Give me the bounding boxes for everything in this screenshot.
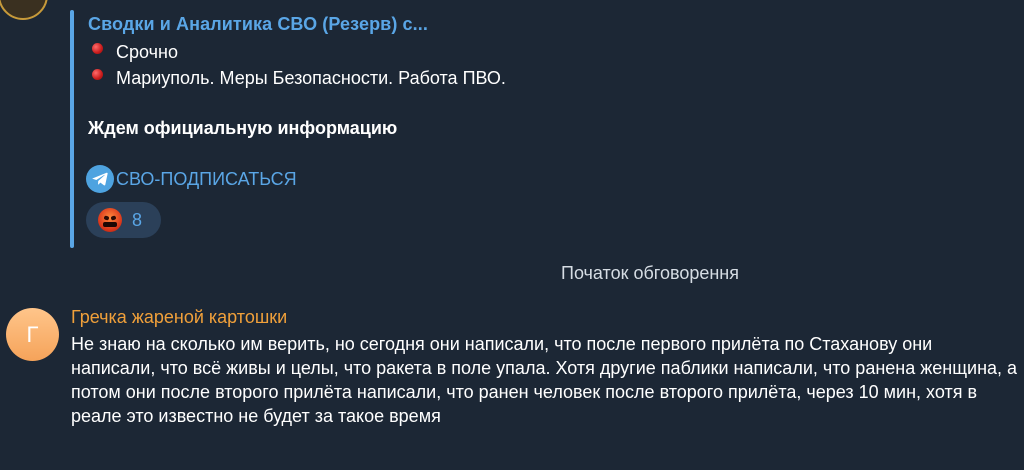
red-circle-icon [92,69,103,80]
post-bold-text: Ждем официальную информацию [88,118,398,138]
discussion-start-divider: Початок обговорення [561,263,739,283]
channel-avatar[interactable] [0,0,48,20]
reaction-count: 8 [132,209,143,230]
forwarded-quote-bar [70,10,74,248]
subscribe-link-label: СВО-ПОДПИСАТЬСЯ [116,168,297,189]
red-circle-icon [92,43,103,54]
avatar[interactable]: Г [6,308,59,361]
bullet-text: Срочно [116,42,178,62]
enraged-face-icon [98,208,122,232]
bullet-text: Мариуполь. Меры Безопасности. Работа ПВО… [116,68,506,88]
bullet-item: Мариуполь. Меры Безопасности. Работа ПВО… [92,68,506,89]
forwarded-source-title[interactable]: Сводки и Аналитика СВО (Резерв) с... [88,14,428,35]
comment-author-name[interactable]: Гречка жареной картошки [71,307,287,328]
bullet-item: Срочно [92,42,178,63]
comment-text: Не знаю на сколько им верить, но сегодня… [71,334,1018,426]
telegram-icon [86,165,114,193]
chat-screen: Сводки и Аналитика СВО (Резерв) с... Сро… [0,0,1024,470]
avatar-letter: Г [26,321,39,347]
subscribe-link[interactable]: СВО-ПОДПИСАТЬСЯ [86,165,297,193]
reaction-button[interactable]: 8 [86,202,161,238]
